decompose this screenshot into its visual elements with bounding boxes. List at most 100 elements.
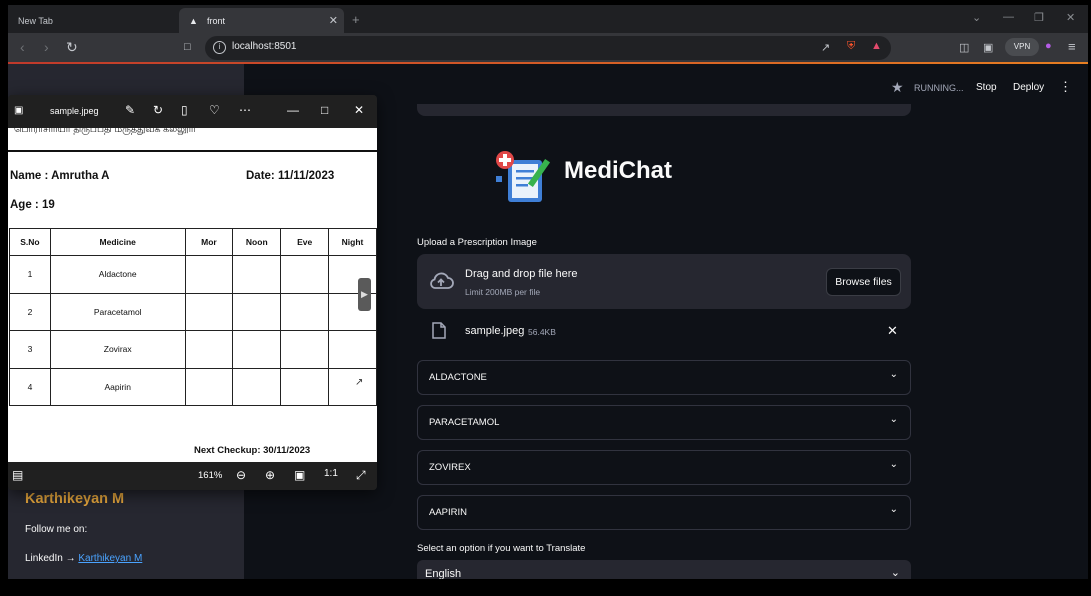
expander-paracetamol[interactable]: PARACETAMOL ⌄ <box>417 405 911 440</box>
delete-icon[interactable]: ▯ <box>181 103 188 117</box>
prescription-table: S.No Medicine Mor Noon Eve Night 1 Aldac… <box>9 228 377 406</box>
doc-next-checkup: Next Checkup: 30/11/2023 <box>194 445 311 456</box>
expander-zovirex[interactable]: ZOVIREX ⌄ <box>417 450 911 485</box>
minimize-icon[interactable]: — <box>1003 11 1014 23</box>
new-tab-button[interactable]: + <box>352 12 360 27</box>
column-header: Noon <box>232 228 282 256</box>
upload-label: Upload a Prescription Image <box>417 237 537 248</box>
table-cell <box>280 255 330 294</box>
language-select[interactable]: English ⌄ <box>417 560 911 579</box>
image-viewer-window[interactable]: ▣ sample.jpeg ✎ ↻ ▯ ♡ ⋯ — □ ✕ பொராசிரியர… <box>8 95 377 490</box>
share-icon[interactable]: ↗ <box>821 41 830 54</box>
dropzone-limit: Limit 200MB per file <box>465 287 541 297</box>
uploaded-file-row: sample.jpeg 56.4KB ✕ <box>417 317 911 345</box>
chevron-down-icon: ⌄ <box>890 567 900 579</box>
uploaded-file-size: 56.4KB <box>528 327 556 337</box>
expander-aldactone[interactable]: ALDACTONE ⌄ <box>417 360 911 395</box>
table-row: 2 Paracetamol <box>9 292 377 331</box>
fullscreen-icon[interactable]: ⤢ <box>356 468 366 483</box>
brave-shield-icon[interactable]: ⛨ <box>847 40 855 53</box>
linkedin-prefix: LinkedIn → <box>25 553 79 564</box>
wallet-icon[interactable]: ▣ <box>983 41 993 54</box>
column-header: Eve <box>280 228 330 256</box>
vpn-button[interactable]: VPN <box>1005 38 1039 56</box>
rotate-icon[interactable]: ↻ <box>153 103 163 117</box>
maximize-icon[interactable]: □ <box>321 103 328 117</box>
app-title: MediChat <box>564 157 672 184</box>
table-row: 4 Aapirin <box>9 367 377 406</box>
table-cell <box>280 367 330 406</box>
sidebar-author-name: Karthikeyan M <box>25 491 125 507</box>
table-cell <box>328 367 377 406</box>
address-bar[interactable]: i localhost:8501 ↗ ⛨ ▲ <box>205 36 891 60</box>
table-cell: Aapirin <box>49 367 186 406</box>
tab-title: front <box>207 15 226 26</box>
linkedin-link[interactable]: Karthikeyan M <box>78 553 142 564</box>
viewer-titlebar: ▣ sample.jpeg ✎ ↻ ▯ ♡ ⋯ — □ ✕ <box>8 95 377 128</box>
forward-icon[interactable]: › <box>44 39 49 55</box>
table-cell: 2 <box>9 292 51 331</box>
doc-age: Age : 19 <box>10 199 55 211</box>
main-menu-icon[interactable]: ⋮ <box>1059 79 1072 95</box>
tab-new-tab[interactable]: New Tab <box>8 8 178 33</box>
doc-divider <box>8 150 377 152</box>
address-text: localhost:8501 <box>232 41 297 52</box>
table-cell <box>280 330 330 369</box>
browse-files-button[interactable]: Browse files <box>826 268 901 296</box>
dropzone-title: Drag and drop file here <box>465 268 578 280</box>
expander-label: PARACETAMOL <box>429 417 500 428</box>
table-cell: 4 <box>9 367 51 406</box>
table-cell <box>232 292 282 331</box>
column-header: Medicine <box>49 228 186 256</box>
back-icon[interactable]: ‹ <box>20 39 25 55</box>
table-cell: Paracetamol <box>49 292 186 331</box>
table-cell <box>184 292 234 331</box>
remove-file-icon[interactable]: ✕ <box>887 323 898 339</box>
viewer-bottombar: ▤ 161% ⊖ ⊕ ▣ 1:1 ⤢ <box>8 462 377 490</box>
table-cell <box>280 292 330 331</box>
column-header: Mor <box>184 228 234 256</box>
reload-icon[interactable]: ↻ <box>66 39 78 56</box>
uploaded-file-name: sample.jpeg <box>465 325 525 337</box>
expander-label: ZOVIREX <box>429 462 471 473</box>
close-window-icon[interactable]: ✕ <box>1066 11 1075 24</box>
next-image-arrow-icon[interactable]: ▶ <box>358 278 371 311</box>
expander-label: AAPIRIN <box>429 507 468 518</box>
close-tab-icon[interactable]: ✕ <box>329 14 338 27</box>
translate-label: Select an option if you want to Translat… <box>417 543 586 554</box>
zoom-in-icon[interactable]: ⊕ <box>265 468 275 482</box>
site-info-icon[interactable]: i <box>213 41 226 54</box>
actual-size-icon[interactable]: 1:1 <box>324 468 338 479</box>
brave-rewards-icon[interactable]: ▲ <box>871 40 882 52</box>
tab-search-icon[interactable]: ⌄ <box>972 11 981 24</box>
column-header: S.No <box>9 228 51 256</box>
table-row: 3 Zovirax <box>9 330 377 369</box>
zoom-out-icon[interactable]: ⊖ <box>236 468 246 482</box>
prescription-image: பொராசிரியர் திருப்பதி மருத்துவக் கல்லூரி… <box>8 128 377 462</box>
sidebar-icon[interactable]: ◫ <box>959 41 969 54</box>
deploy-button[interactable]: Deploy <box>1013 82 1044 93</box>
medichat-logo-icon <box>496 151 551 202</box>
stop-button[interactable]: Stop <box>976 82 997 93</box>
mouse-cursor-icon: ↗ <box>355 377 364 388</box>
edit-image-icon[interactable]: ✎ <box>125 103 135 117</box>
fit-to-window-icon[interactable]: ▣ <box>294 468 305 482</box>
favorite-icon[interactable]: ♡ <box>209 103 220 117</box>
filmstrip-icon[interactable]: ▤ <box>12 468 23 482</box>
more-options-icon[interactable]: ⋯ <box>239 103 251 117</box>
table-row: 1 Aldactone <box>9 255 377 294</box>
bookmark-icon[interactable]: □ <box>184 41 191 53</box>
table-cell <box>232 330 282 369</box>
leo-ai-icon[interactable]: ● <box>1045 40 1052 52</box>
browser-menu-icon[interactable]: ≡ <box>1068 39 1076 54</box>
cloud-upload-icon <box>430 272 454 289</box>
expander-aapirin[interactable]: AAPIRIN ⌄ <box>417 495 911 530</box>
zoom-level: 161% <box>198 470 223 481</box>
minimize-icon[interactable]: — <box>287 103 299 117</box>
tab-front[interactable]: ▲ front ✕ <box>179 8 344 33</box>
close-icon[interactable]: ✕ <box>354 103 364 117</box>
table-cell <box>184 255 234 294</box>
restore-icon[interactable]: ❐ <box>1034 11 1044 24</box>
file-dropzone[interactable]: Drag and drop file here Limit 200MB per … <box>417 254 911 309</box>
doc-date: Date: 11/11/2023 <box>246 170 335 182</box>
